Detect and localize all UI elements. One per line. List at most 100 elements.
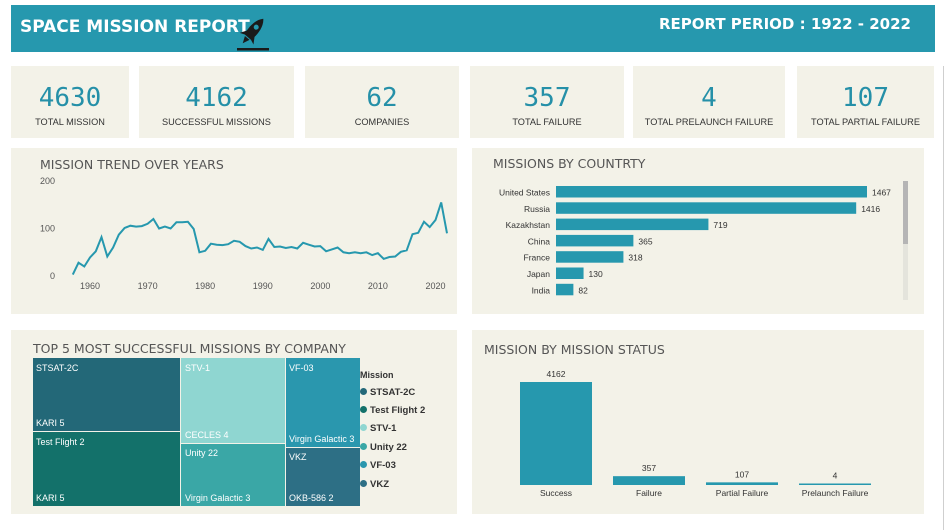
country-bar-chart: United States 1467 Russia 1416 Kazakhstan 719…: [499, 186, 891, 296]
country-value-label: 82: [578, 285, 588, 295]
legend-dot: [360, 480, 367, 487]
kpi-label: SUCCESSFUL MISSIONS: [162, 117, 271, 127]
country-label: France: [524, 253, 551, 263]
treemap-cell-unity-22[interactable]: Unity 22 Virgin Galactic 3: [181, 444, 285, 506]
kpi-value: 4630: [38, 83, 102, 113]
treemap-cell-vkz[interactable]: VKZ OKB-586 2: [286, 448, 360, 506]
kpi-value: 4162: [185, 83, 248, 113]
status-value-label: 107: [735, 469, 749, 479]
treemap-cell-stsat-2c[interactable]: STSAT-2C KARI 5: [33, 358, 180, 431]
status-category-label: Prelaunch Failure: [802, 488, 869, 498]
status-category-label: Partial Failure: [716, 488, 769, 498]
status-bar[interactable]: [520, 382, 592, 485]
y-tick-label: 200: [40, 176, 55, 186]
country-value-label: 1467: [872, 188, 891, 198]
treemap-mission-label: STSAT-2C: [36, 363, 79, 373]
status-bar[interactable]: [799, 483, 871, 486]
treemap-cell-test-flight-2[interactable]: Test Flight 2 KARI 5: [33, 432, 180, 506]
country-label: Japan: [527, 269, 550, 279]
country-scrollbar-thumb[interactable]: [903, 181, 908, 244]
treemap-mission-label: VF-03: [289, 363, 314, 373]
kpi-label: TOTAL MISSION: [35, 117, 105, 127]
country-label: China: [528, 236, 550, 246]
report-header: SPACE MISSION REPORT REPORT PERIOD : 192…: [11, 5, 935, 52]
kpi-value: 107: [842, 83, 889, 113]
kpi-value: 62: [366, 83, 398, 113]
treemap-mission-label: Unity 22: [185, 448, 219, 458]
treemap-cell-vf-03[interactable]: VF-03 Virgin Galactic 3: [286, 358, 360, 447]
country-bar[interactable]: [556, 234, 634, 247]
legend-dot: [360, 388, 367, 395]
legend-dot: [360, 461, 367, 468]
legend-item-vkz[interactable]: VKZ: [360, 479, 389, 490]
country-label: India: [532, 285, 551, 295]
status-category-label: Failure: [636, 488, 662, 498]
country-bar[interactable]: [556, 202, 857, 214]
country-bar[interactable]: [556, 267, 584, 280]
country-value-label: 130: [589, 269, 603, 279]
country-label: Russia: [524, 204, 550, 214]
treemap-company-label: OKB-586 2: [289, 493, 334, 503]
x-tick-label: 1960: [80, 281, 100, 291]
kpi-label: TOTAL PARTIAL FAILURE: [811, 117, 920, 127]
legend-label: STV-1: [370, 423, 397, 434]
treemap-company-label: Virgin Galactic 3: [185, 493, 251, 503]
legend-item-stv-1[interactable]: STV-1: [360, 423, 396, 434]
country-value-label: 365: [638, 236, 652, 246]
treemap-cell-stv-1[interactable]: STV-1 CECLES 4: [181, 358, 285, 443]
x-tick-label: 2000: [310, 281, 330, 291]
status-category-label: Success: [540, 488, 572, 498]
legend-item-stsat-2c[interactable]: STSAT-2C: [360, 387, 415, 398]
legend-dot: [360, 443, 367, 450]
x-tick-label: 1980: [195, 281, 215, 291]
legend-item-test-flight-2[interactable]: Test Flight 2: [360, 405, 425, 416]
y-tick-label: 100: [40, 224, 55, 234]
kpi-card-companies: 62 COMPANIES: [305, 66, 459, 138]
legend-label: VF-03: [370, 460, 396, 471]
status-bar[interactable]: [706, 482, 778, 485]
treemap-chart-title: TOP 5 MOST SUCCESSFUL MISSIONS BY COMPAN…: [33, 341, 346, 356]
treemap-company-label: KARI 5: [36, 418, 65, 428]
kpi-label: TOTAL FAILURE: [512, 117, 582, 127]
legend-label: STSAT-2C: [370, 387, 416, 398]
treemap-mission-label: VKZ: [289, 452, 307, 462]
x-tick-label: 1970: [138, 281, 158, 291]
country-label: Kazakhstan: [506, 220, 551, 230]
status-bar-chart: 4162 Success 357 Failure 107 Partial Failure 4…: [520, 369, 871, 498]
treemap-mission-label: Test Flight 2: [36, 437, 85, 447]
y-tick-label: 0: [50, 271, 55, 281]
treemap-mission-label: STV-1: [185, 363, 211, 373]
status-bar[interactable]: [613, 476, 685, 485]
trend-series-line: [71, 202, 448, 276]
country-value-label: 318: [628, 253, 642, 263]
country-value-label: 719: [713, 220, 727, 230]
kpi-label: TOTAL PRELAUNCH FAILURE: [644, 117, 774, 127]
x-tick-label: 2020: [425, 281, 445, 291]
treemap-company-label: Virgin Galactic 3: [289, 434, 355, 444]
country-bar[interactable]: [556, 251, 624, 263]
x-tick-label: 1990: [253, 281, 273, 291]
kpi-card-partial-failure: 107 TOTAL PARTIAL FAILURE: [797, 66, 934, 138]
status-value-label: 357: [642, 463, 656, 473]
country-bar[interactable]: [556, 186, 867, 198]
legend-item-unity-22[interactable]: Unity 22: [360, 442, 407, 453]
kpi-card-successful-missions: 4162 SUCCESSFUL MISSIONS: [139, 66, 294, 138]
status-value-label: 4: [833, 471, 838, 481]
kpi-card-prelaunch-failure: 4 TOTAL PRELAUNCH FAILURE: [633, 66, 785, 138]
kpi-label: COMPANIES: [354, 117, 410, 127]
kpi-value: 357: [523, 83, 571, 113]
legend-dot: [360, 406, 367, 413]
legend-label: Test Flight 2: [370, 405, 426, 416]
legend-item-vf-03[interactable]: VF-03: [360, 460, 396, 471]
country-bar[interactable]: [556, 283, 574, 296]
treemap-company-label: KARI 5: [36, 493, 65, 503]
window-edge: [943, 66, 944, 530]
trend-chart: 0 100 200 1960 1970 1980 1990 2000 2010 2020: [40, 176, 448, 291]
rocket-icon: [237, 18, 269, 51]
country-bar[interactable]: [556, 218, 709, 231]
treemap-company-label: CECLES 4: [185, 430, 229, 440]
treemap-legend-title: Mission: [360, 370, 394, 380]
report-title: SPACE MISSION REPORT: [20, 17, 250, 37]
x-tick-label: 2010: [368, 281, 388, 291]
legend-dot: [360, 424, 367, 431]
